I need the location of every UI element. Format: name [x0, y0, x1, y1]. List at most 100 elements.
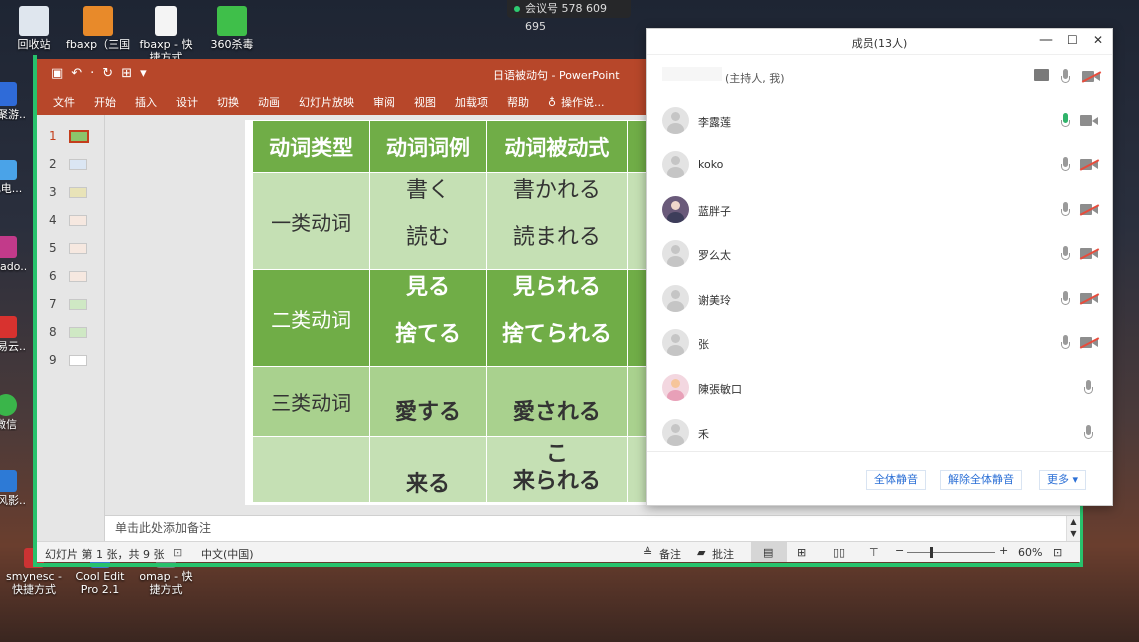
fbaxp-icon [83, 6, 113, 36]
slide-thumbnail[interactable]: 6 [49, 269, 99, 283]
screen-share-icon[interactable] [1034, 69, 1049, 81]
zoom-out-button[interactable]: − [895, 544, 904, 557]
tab-slideshow[interactable]: 幻灯片放映 [299, 94, 354, 110]
zoom-slider[interactable] [907, 552, 995, 553]
microphone-icon[interactable] [1084, 425, 1093, 441]
desktop-icon-360[interactable]: 360杀毒 [200, 6, 264, 51]
tab-insert[interactable]: 插入 [135, 94, 157, 110]
zoom-in-button[interactable]: + [999, 544, 1008, 557]
desktop-icon-baofeng[interactable]: 暴风影... [0, 470, 26, 507]
slide-sorter-icon[interactable]: ⊞ [797, 546, 806, 559]
desktop-icon-label: 微信 [0, 418, 17, 431]
desktop-icon-recycle-bin[interactable]: 回收站 [2, 6, 66, 51]
close-icon[interactable]: ✕ [1093, 33, 1103, 47]
reading-view-icon[interactable]: ▯▯ [833, 546, 845, 559]
app-icon [0, 236, 17, 258]
microphone-icon[interactable] [1061, 335, 1070, 351]
tab-help[interactable]: 帮助 [507, 94, 529, 110]
notes-toggle-icon[interactable]: ≜ [643, 546, 652, 559]
camera-off-icon[interactable] [1079, 204, 1100, 216]
slideshow-icon[interactable]: ⊤ [869, 546, 879, 559]
computer-icon [0, 160, 17, 180]
tab-transitions[interactable]: 切换 [217, 94, 239, 110]
member-row[interactable]: 罗么太 [647, 232, 1112, 276]
notes-scrollbar[interactable]: ▲ ▼ [1066, 516, 1080, 542]
microphone-on-icon[interactable] [1061, 113, 1070, 129]
zoom-level[interactable]: 60% [1018, 546, 1042, 559]
spellcheck-icon[interactable]: ⊡ [173, 546, 182, 559]
desktop-icon-fbaxp[interactable]: fbaxp（三国 ... [66, 6, 130, 51]
unmute-all-button[interactable]: 解除全体静音 [940, 470, 1022, 490]
camera-off-icon[interactable] [1079, 248, 1100, 260]
fit-slide-icon[interactable]: ⊡ [1053, 546, 1062, 559]
member-name: 罗么太 [698, 249, 731, 262]
avatar [662, 374, 689, 401]
camera-off-icon[interactable] [1081, 71, 1102, 83]
header-verb-type: 动词类型 [251, 120, 371, 173]
tell-me-search[interactable]: 操作说... [561, 94, 605, 110]
microphone-icon[interactable] [1061, 202, 1070, 218]
video-icon [0, 470, 17, 492]
tab-animations[interactable]: 动画 [258, 94, 280, 110]
desktop-icon-wechat[interactable]: 微信 [0, 394, 26, 431]
tab-view[interactable]: 视图 [414, 94, 436, 110]
microphone-icon[interactable] [1061, 157, 1070, 173]
quick-access-toolbar[interactable]: ▣↶·↻⊞▾ [51, 66, 155, 81]
desktop-icon-youju[interactable]: 游聚游... [0, 82, 26, 121]
member-row[interactable]: koko [647, 143, 1112, 187]
member-row-host[interactable]: (主持人, 我) [647, 55, 1112, 99]
language-indicator[interactable]: 中文(中国) [201, 546, 254, 562]
microphone-icon[interactable] [1061, 69, 1070, 85]
desktop-icon-this-pc[interactable]: 此电... [0, 160, 26, 195]
tab-home[interactable]: 开始 [94, 94, 116, 110]
avatar [662, 240, 689, 267]
tab-file[interactable]: 文件 [53, 94, 75, 110]
camera-icon[interactable] [1080, 115, 1098, 126]
meeting-id-badge[interactable]: 会议号 578 609 695 [507, 0, 631, 33]
microphone-icon[interactable] [1061, 291, 1070, 307]
header-verb-example: 动词词例 [369, 120, 487, 173]
slide-thumbnail[interactable]: 3 [49, 185, 99, 199]
member-panel-footer: 全体静音 解除全体静音 更多 ▾ [647, 451, 1112, 506]
member-row[interactable]: 张 [647, 321, 1112, 365]
tab-design[interactable]: 设计 [176, 94, 198, 110]
member-row[interactable]: 蓝胖子 [647, 188, 1112, 232]
slide-thumbnail[interactable]: 8 [49, 325, 99, 339]
more-options-button[interactable]: 更多 ▾ [1039, 470, 1087, 490]
notes-pane[interactable]: 单击此处添加备注 ▲ ▼ [105, 515, 1080, 542]
member-row[interactable]: 谢美玲 [647, 277, 1112, 321]
tab-review[interactable]: 审阅 [373, 94, 395, 110]
slide-thumbnail[interactable]: 9 [49, 353, 99, 367]
ppt-status-bar: 幻灯片 第 1 张，共 9 张 ⊡ 中文(中国) ≜ 备注 ▰ 批注 ▤ ⊞ ▯… [37, 541, 1080, 562]
desktop-icon-label: 360杀毒 [210, 38, 254, 51]
header-verb-passive: 动词被动式 [485, 120, 629, 173]
comments-toggle-button[interactable]: 批注 [712, 546, 734, 562]
camera-off-icon[interactable] [1079, 293, 1100, 305]
maximize-icon[interactable]: ☐ [1067, 33, 1078, 47]
slide-thumbnail[interactable]: 7 [49, 297, 99, 311]
microphone-icon[interactable] [1084, 380, 1093, 396]
desktop-icon-netease[interactable]: 网易云... [0, 316, 26, 353]
tab-addins[interactable]: 加载项 [455, 94, 488, 110]
comment-icon[interactable]: ▰ [697, 546, 705, 559]
cell-type-4 [251, 436, 371, 503]
file-icon [155, 6, 177, 36]
member-row[interactable]: 禾 [647, 411, 1112, 455]
connected-indicator-icon [514, 6, 520, 12]
minimize-icon[interactable]: — [1039, 32, 1053, 48]
slide-thumbnail[interactable]: 1 [49, 129, 99, 143]
slide-thumbnail[interactable]: 4 [49, 213, 99, 227]
camera-off-icon[interactable] [1079, 337, 1100, 349]
music-icon [0, 316, 17, 338]
slide-thumbnail[interactable]: 2 [49, 157, 99, 171]
desktop-icon-shadow[interactable]: Shado... [0, 236, 26, 273]
microphone-icon[interactable] [1061, 246, 1070, 262]
member-row[interactable]: 李露莲 [647, 99, 1112, 143]
member-row[interactable]: 陳張敏口 [647, 366, 1112, 410]
slide-thumbnail[interactable]: 5 [49, 241, 99, 255]
zoom-slider-thumb[interactable] [930, 547, 933, 558]
mute-all-button[interactable]: 全体静音 [866, 470, 926, 490]
cell-example-4: 来る [369, 436, 487, 503]
notes-toggle-button[interactable]: 备注 [659, 546, 681, 562]
camera-off-icon[interactable] [1079, 159, 1100, 171]
